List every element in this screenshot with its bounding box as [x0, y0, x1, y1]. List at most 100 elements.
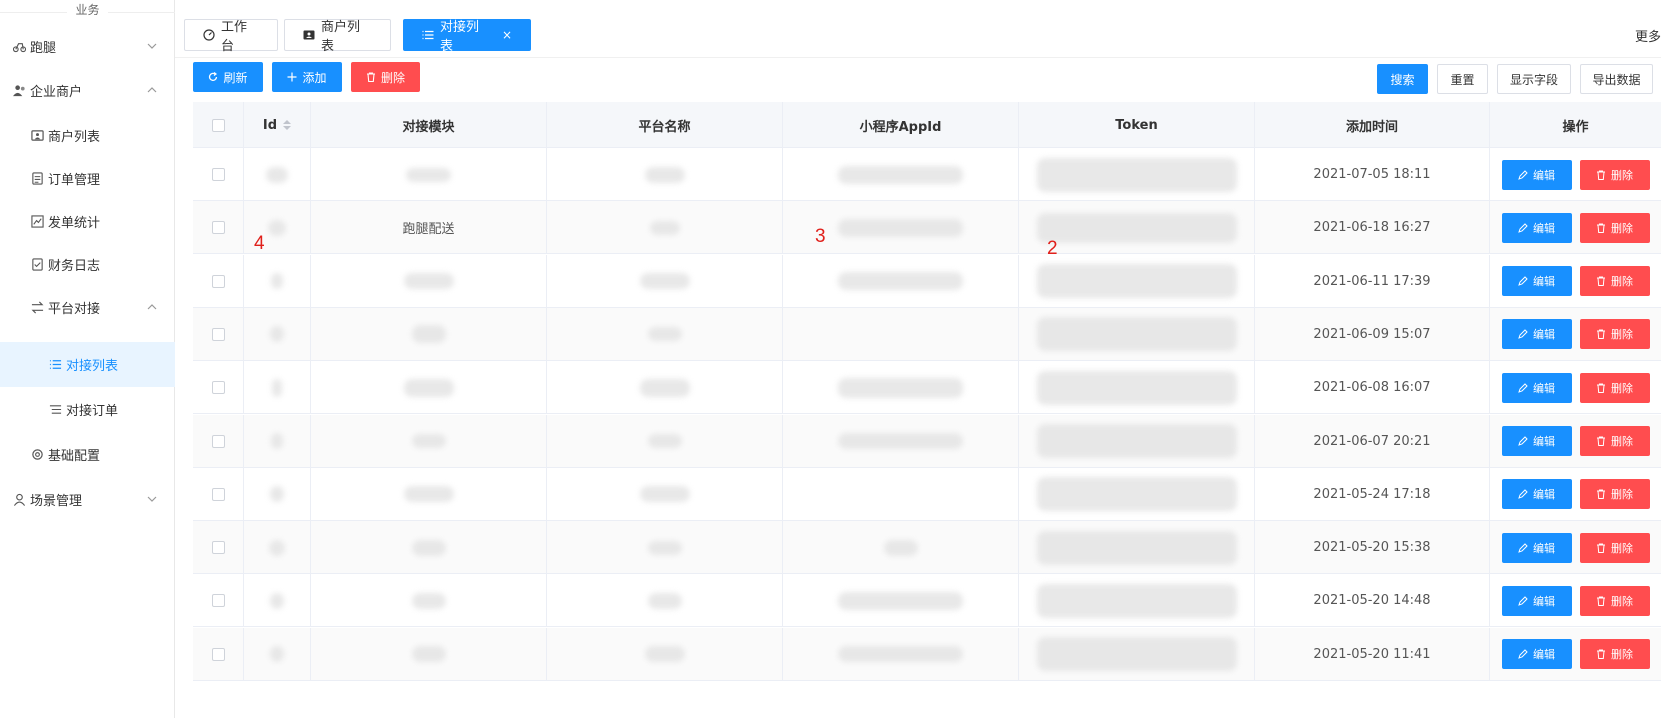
sidebar-item-base-config[interactable]: 基础配置 — [0, 432, 175, 477]
row-delete-button[interactable]: 删除 — [1579, 159, 1650, 190]
trash-icon — [1596, 543, 1606, 553]
sidebar-item-finance-log[interactable]: 财务日志 — [0, 242, 175, 287]
time-text: 2021-06-09 15:07 — [1313, 326, 1431, 342]
sidebar-item-scene[interactable]: 场景管理 — [0, 477, 175, 522]
edit-button[interactable]: 编辑 — [1501, 479, 1572, 510]
refresh-button[interactable]: 刷新 — [193, 62, 263, 92]
redacted-module — [403, 378, 454, 397]
row-checkbox[interactable] — [211, 487, 225, 501]
row-delete-button[interactable]: 删除 — [1579, 532, 1650, 563]
delete-label: 删除 — [1611, 488, 1633, 502]
token-cell — [1019, 521, 1255, 575]
tab-label: 商户列表 — [321, 20, 361, 54]
time-cell: 2021-06-08 16:07 — [1255, 361, 1490, 415]
header-select-all — [193, 102, 244, 148]
row-checkbox[interactable] — [211, 434, 225, 448]
sidebar-item-orders[interactable]: 订单管理 — [0, 156, 175, 201]
reset-button[interactable]: 重置 — [1437, 64, 1488, 94]
add-button[interactable]: 添加 — [272, 62, 342, 92]
row-delete-button[interactable]: 删除 — [1579, 585, 1650, 616]
module-cell: 跑腿配送 — [311, 201, 547, 255]
row-select-cell — [193, 254, 244, 308]
sidebar-item-stats[interactable]: 发单统计 — [0, 199, 175, 244]
row-checkbox[interactable] — [211, 594, 225, 608]
trash-icon — [1596, 489, 1606, 500]
tab-merchant-list[interactable]: 商户列表 — [284, 19, 391, 54]
edit-button[interactable]: 编辑 — [1501, 532, 1572, 563]
search-button[interactable]: 搜索 — [1377, 64, 1428, 94]
export-button[interactable]: 导出数据 — [1580, 64, 1653, 94]
redacted-id — [271, 273, 283, 290]
time-text: 2021-06-08 16:07 — [1313, 380, 1431, 396]
trash-icon — [1596, 596, 1606, 606]
checklist-icon — [30, 258, 44, 272]
id-cell — [244, 574, 311, 628]
platform-cell — [547, 201, 783, 255]
chevron-down-icon — [147, 43, 157, 49]
sort-icon[interactable] — [283, 120, 292, 130]
row-checkbox[interactable] — [211, 647, 225, 661]
sidebar-item-label: 平台对接 — [48, 302, 101, 317]
redacted-appid — [838, 218, 963, 237]
pencil-icon — [1518, 596, 1528, 606]
row-delete-button[interactable]: 删除 — [1579, 639, 1650, 670]
row-delete-button[interactable]: 删除 — [1579, 426, 1650, 456]
chevron-up-icon — [147, 304, 157, 310]
row-delete-button[interactable]: 删除 — [1579, 266, 1650, 297]
module-cell — [311, 254, 547, 308]
pencil-icon — [1518, 329, 1528, 340]
actions-cell: 编辑 删除 — [1490, 574, 1661, 627]
row-select-cell — [193, 201, 244, 255]
select-all-checkbox[interactable] — [211, 118, 225, 132]
edit-button[interactable]: 编辑 — [1501, 159, 1572, 190]
header-id[interactable]: Id — [244, 102, 311, 148]
time-text: 2021-07-05 18:11 — [1313, 167, 1431, 182]
platform-cell — [547, 361, 783, 415]
show-fields-button[interactable]: 显示字段 — [1497, 64, 1571, 94]
redacted-platform — [644, 166, 685, 183]
sidebar-item-label: 发单统计 — [48, 216, 101, 231]
row-checkbox[interactable] — [211, 221, 225, 235]
close-icon[interactable]: × — [502, 28, 512, 42]
redacted-platform — [647, 434, 682, 448]
edit-button[interactable]: 编辑 — [1501, 426, 1572, 456]
redacted-module — [411, 592, 446, 609]
edit-button[interactable]: 编辑 — [1501, 212, 1572, 243]
sidebar-item-enterprise[interactable]: 企业商户 — [0, 68, 175, 113]
sidebar-item-paotui[interactable]: 跑腿 — [0, 24, 175, 69]
trash-icon — [1596, 170, 1606, 180]
sidebar-item-docking-list[interactable]: 对接列表 — [0, 342, 175, 387]
token-cell — [1019, 627, 1255, 681]
header-time: 添加时间 — [1255, 102, 1490, 148]
edit-button[interactable]: 编辑 — [1501, 319, 1572, 350]
sidebar-item-docking-orders[interactable]: 对接订单 — [0, 387, 175, 432]
row-delete-button[interactable]: 删除 — [1579, 319, 1650, 350]
edit-button[interactable]: 编辑 — [1501, 585, 1572, 616]
sidebar-item-platform[interactable]: 平台对接 — [0, 285, 175, 330]
table-row: 2021-05-24 17:18 编辑 删除 — [193, 467, 1661, 521]
redacted-token — [1036, 530, 1237, 565]
more-menu[interactable]: 更多 — [1635, 26, 1661, 45]
redacted-module — [411, 325, 446, 344]
edit-button[interactable]: 编辑 — [1501, 266, 1572, 297]
row-delete-button[interactable]: 删除 — [1579, 372, 1650, 403]
row-checkbox[interactable] — [211, 327, 225, 341]
row-delete-button[interactable]: 删除 — [1579, 212, 1650, 243]
header-label: Id — [262, 117, 278, 133]
chart-icon — [30, 215, 44, 229]
bulk-delete-button[interactable]: 删除 — [351, 62, 420, 92]
row-delete-button[interactable]: 删除 — [1579, 479, 1650, 510]
edit-button[interactable]: 编辑 — [1501, 372, 1572, 403]
actions-cell: 编辑 删除 — [1490, 415, 1661, 468]
row-select-cell — [193, 467, 244, 521]
row-checkbox[interactable] — [211, 381, 225, 395]
delete-label: 删除 — [1611, 381, 1633, 395]
row-checkbox[interactable] — [211, 274, 225, 288]
sidebar-item-merchant-list[interactable]: 商户列表 — [0, 113, 175, 158]
row-checkbox[interactable] — [211, 541, 225, 555]
tab-workbench[interactable]: 工作台 — [184, 19, 278, 54]
row-checkbox[interactable] — [211, 168, 225, 181]
edit-button[interactable]: 编辑 — [1501, 639, 1572, 670]
tab-docking-list[interactable]: 对接列表 × — [403, 19, 531, 54]
id-cell — [244, 521, 311, 575]
